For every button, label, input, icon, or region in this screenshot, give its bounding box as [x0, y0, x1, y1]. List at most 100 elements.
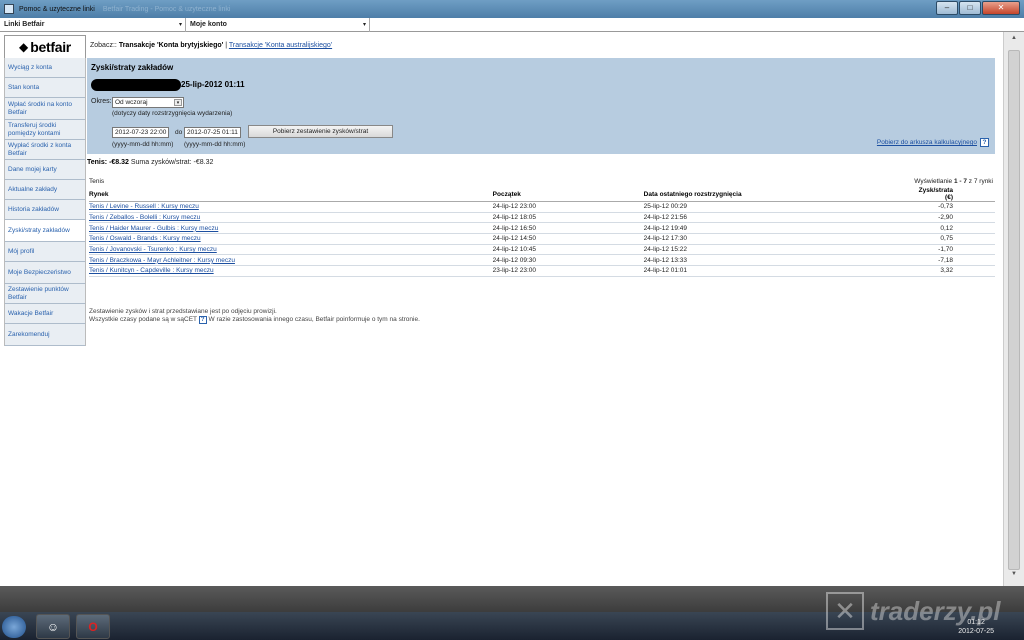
betfair-links-label: Linki Betfair — [4, 21, 45, 28]
maximize-button[interactable]: □ — [959, 1, 981, 15]
profit-loss-value: 0,75 — [918, 233, 995, 245]
taskbar-app-game[interactable]: ☺ — [36, 614, 70, 639]
sidebar-item-withdraw[interactable]: Wypłać środki z konta Betfair — [5, 140, 85, 160]
current-account-transactions: Transakcje 'Konta brytyjskiego' — [118, 42, 224, 49]
start-time: 24-lip-12 10:45 — [492, 244, 644, 256]
sidebar-item-profit-loss[interactable]: Zyski/straty zakładów — [5, 220, 85, 242]
profit-loss-value: 0,12 — [918, 222, 995, 235]
sport-summary-label: Tenis: — [87, 159, 108, 166]
get-report-button[interactable]: Pobierz zestawienie zysków/strat — [248, 125, 393, 138]
sidebar-item-points[interactable]: Zestawienie punktów Betfair — [5, 284, 85, 304]
sidebar-item-bet-history[interactable]: Historia zakładów — [5, 200, 85, 220]
to-date-input[interactable]: 2012-07-25 01:11 — [184, 127, 241, 138]
column-header-start[interactable]: Początek — [492, 187, 644, 202]
help-icon[interactable]: ? — [198, 316, 207, 324]
download-spreadsheet-link[interactable]: Pobierz do arkusza kalkulacyjnego — [877, 139, 977, 146]
period-select-value: Od wczoraj — [115, 99, 148, 106]
start-time: 24-lip-12 16:50 — [492, 222, 644, 235]
profit-loss-value: -1,70 — [918, 244, 995, 256]
result-count-range: 1 - 7 — [953, 178, 967, 185]
from-date-input[interactable]: 2012-07-23 22:00 — [112, 127, 169, 138]
profit-loss-value: -0,73 — [918, 201, 995, 213]
chevron-down-icon: ▾ — [174, 99, 182, 106]
market-link[interactable]: Tenis / Haider Maurer - Gulbis : Kursy m… — [89, 225, 218, 232]
australian-account-link[interactable]: Transakcje 'Konta australijskiego' — [229, 42, 332, 49]
timezone-note: Wszystkie czasy podane są w sąCET ? W ra… — [89, 316, 420, 324]
settled-time: 24-lip-12 13:33 — [643, 254, 919, 267]
result-count-prefix: Wyświetlanie — [914, 178, 953, 185]
sidebar-item-refer[interactable]: Zarekomenduj — [5, 324, 85, 346]
report-date: 25-lip-2012 01:11 — [181, 80, 245, 89]
settled-time: 24-lip-12 15:22 — [643, 244, 919, 256]
chevron-down-icon: ▾ — [178, 22, 182, 28]
page-content: ◆ betfair Zobacz:: Transakcje 'Konta bry… — [0, 32, 1003, 586]
sidebar-item-security[interactable]: Moje Bezpieczeństwo — [5, 262, 85, 284]
timezone-note-end: W razie zastosowania innego czasu, Betfa… — [208, 316, 420, 323]
column-header-settled[interactable]: Data ostatniego rozstrzygnięcia — [643, 187, 919, 202]
footnotes: Zestawienie zysków i strat przedstawiane… — [89, 308, 420, 324]
settled-time: 25-lip-12 00:29 — [643, 201, 919, 213]
table-row: Tenis / Haider Maurer - Gulbis : Kursy m… — [89, 222, 995, 235]
redacted-username — [91, 79, 181, 91]
minimize-button[interactable]: – — [936, 1, 958, 15]
help-icon[interactable]: ? — [980, 138, 989, 147]
close-button[interactable]: ✕ — [982, 1, 1020, 15]
profit-loss-value: -2,90 — [918, 212, 995, 224]
start-button[interactable] — [2, 616, 26, 638]
table-row: Tenis / Levine - Russell : Kursy meczu 2… — [89, 201, 995, 213]
sidebar-item-transfer[interactable]: Transferuj środki pomiędzy kontami — [5, 120, 85, 140]
sidebar-item-holidays[interactable]: Wakacje Betfair — [5, 304, 85, 324]
chevron-down-icon: ▾ — [362, 22, 366, 28]
start-time: 23-lip-12 23:00 — [492, 265, 644, 277]
sidebar-item-balance[interactable]: Stan konta — [5, 78, 85, 98]
account-sidebar: Wyciąg z konta Stan konta Wpłać środki n… — [4, 58, 86, 346]
market-link[interactable]: Tenis / Zeballos - Bolelli : Kursy meczu — [89, 214, 200, 221]
to-label: do — [175, 129, 183, 136]
betfair-logo-text: betfair — [30, 39, 71, 55]
scroll-up-icon[interactable]: ▲ — [1007, 35, 1021, 47]
start-time: 24-lip-12 14:50 — [492, 233, 644, 245]
vertical-scrollbar[interactable]: ▲ ▼ — [1003, 32, 1024, 586]
market-link[interactable]: Tenis / Jovanovski - Tsurenko : Kursy me… — [89, 246, 217, 253]
market-link[interactable]: Tenis / Oswald - Brands : Kursy meczu — [89, 235, 201, 242]
table-row: Tenis / Zeballos - Bolelli : Kursy meczu… — [89, 212, 995, 224]
scroll-down-icon[interactable]: ▼ — [1007, 571, 1021, 583]
column-header-market[interactable]: Rynek — [89, 187, 493, 202]
market-link[interactable]: Tenis / Levine - Russell : Kursy meczu — [89, 203, 199, 210]
sport-name: Tenis — [89, 178, 105, 185]
page-title: Zyski/straty zakładów — [91, 63, 174, 72]
sport-summary-value: -€8.32 — [109, 159, 129, 166]
period-select[interactable]: Od wczoraj ▾ — [112, 97, 184, 108]
table-row: Tenis / Kunitcyn - Capdeville : Kursy me… — [89, 265, 995, 277]
filter-panel: Zyski/straty zakładów 25-lip-2012 01:11 … — [87, 58, 995, 154]
see-also-separator: | — [225, 42, 228, 49]
profit-loss-value: -7,18 — [918, 254, 995, 267]
column-header-profit-loss[interactable]: Zysk/strata (€) — [918, 187, 995, 202]
period-note: (dotyczy daty rozstrzygnięcia wydarzenia… — [112, 110, 233, 117]
sidebar-item-card-details[interactable]: Dane mojej karty — [5, 160, 85, 180]
sidebar-item-profile[interactable]: Mój profil — [5, 242, 85, 262]
app-icon — [4, 4, 14, 14]
market-link[interactable]: Tenis / Kunitcyn - Capdeville : Kursy me… — [89, 267, 214, 274]
market-link[interactable]: Tenis / Braczkowa - Mayr Achleitner : Ku… — [89, 257, 235, 264]
betfair-logo-icon: ◆ — [19, 40, 29, 54]
start-time: 24-lip-12 09:30 — [492, 254, 644, 267]
see-also-bar: Zobacz:: Transakcje 'Konta brytyjskiego'… — [90, 42, 332, 49]
sidebar-item-deposit[interactable]: Wpłać środki na konto Betfair — [5, 98, 85, 120]
system-clock[interactable]: 01:12 2012-07-25 — [958, 618, 994, 636]
my-account-dropdown[interactable]: Moje konto ▾ — [186, 18, 370, 32]
sidebar-item-statement[interactable]: Wyciąg z konta — [5, 58, 85, 78]
watermark-logo-icon: ✕ — [826, 592, 864, 630]
timezone-note-start: Wszystkie czasy podane są w sąCET — [89, 316, 197, 323]
total-label: Suma zysków/strat: — [130, 159, 192, 166]
taskbar-app-opera[interactable]: O — [76, 614, 110, 639]
to-format-hint: (yyyy-mm-dd hh:mm) — [184, 141, 246, 148]
sidebar-item-current-bets[interactable]: Aktualne zakłady — [5, 180, 85, 200]
scrollbar-thumb[interactable] — [1008, 50, 1020, 570]
clock-time: 01:12 — [967, 619, 985, 626]
start-time: 24-lip-12 18:05 — [492, 212, 644, 224]
betfair-links-dropdown[interactable]: Linki Betfair ▾ — [0, 18, 186, 32]
window-title: Pomoc & uzyteczne linki — [19, 5, 95, 13]
navigation-dropdown-bar: Linki Betfair ▾ Moje konto ▾ — [0, 18, 1024, 32]
betfair-logo[interactable]: ◆ betfair — [4, 35, 86, 59]
